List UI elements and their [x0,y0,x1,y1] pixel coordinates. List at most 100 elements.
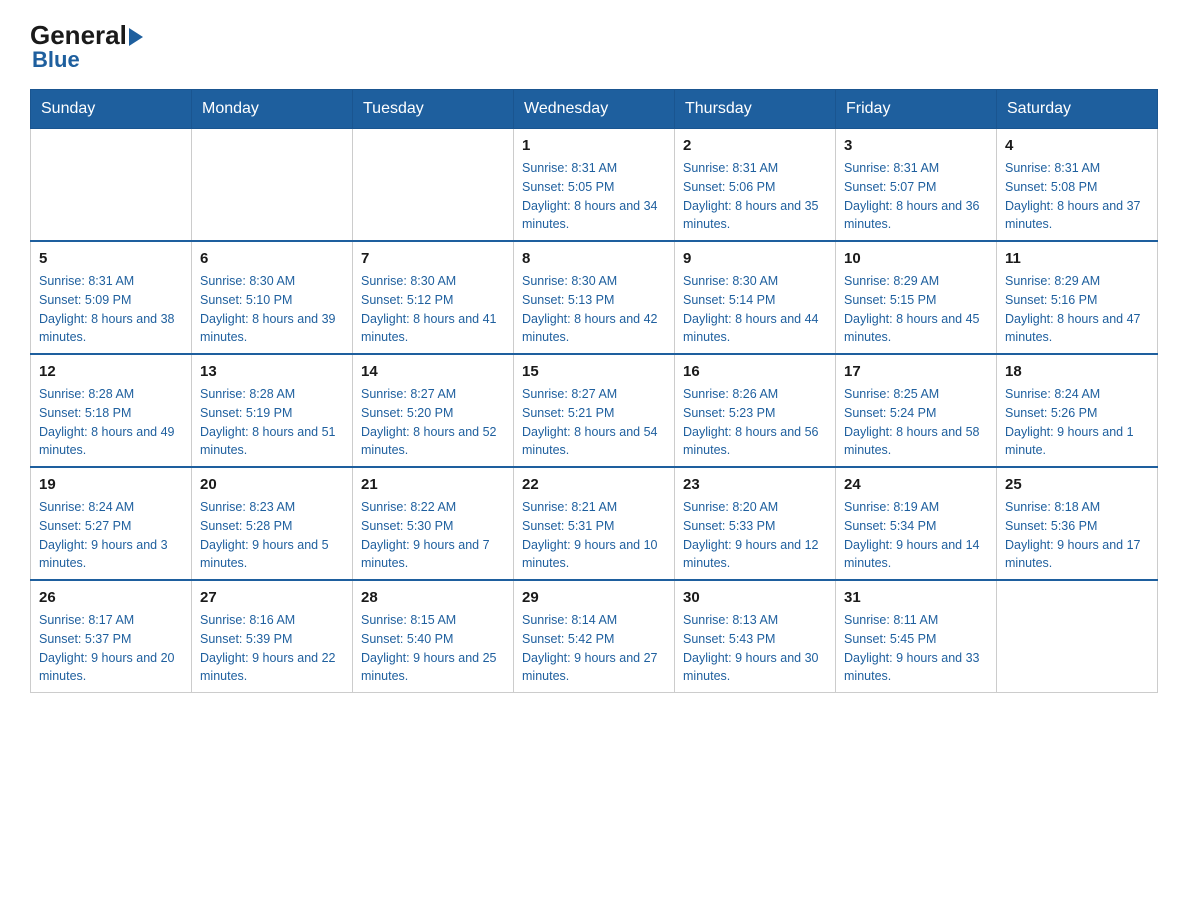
day-number: 11 [1005,248,1149,269]
calendar-cell: 21 Sunrise: 8:22 AMSunset: 5:30 PMDayligh… [353,467,514,580]
logo-arrow-icon [129,28,143,46]
day-header-row: SundayMondayTuesdayWednesdayThursdayFrid… [31,90,1158,129]
week-row-3: 12 Sunrise: 8:28 AMSunset: 5:18 PMDayligh… [31,354,1158,467]
day-number: 23 [683,474,827,495]
calendar-cell: 22 Sunrise: 8:21 AMSunset: 5:31 PMDayligh… [514,467,675,580]
sun-info: Sunrise: 8:11 AMSunset: 5:45 PMDaylight:… [844,611,988,686]
day-number: 9 [683,248,827,269]
day-number: 5 [39,248,183,269]
week-row-4: 19 Sunrise: 8:24 AMSunset: 5:27 PMDayligh… [31,467,1158,580]
calendar-cell: 6 Sunrise: 8:30 AMSunset: 5:10 PMDaylight… [192,241,353,354]
sun-info: Sunrise: 8:30 AMSunset: 5:14 PMDaylight:… [683,272,827,347]
sun-info: Sunrise: 8:26 AMSunset: 5:23 PMDaylight:… [683,385,827,460]
calendar-cell [192,129,353,242]
day-number: 17 [844,361,988,382]
day-number: 18 [1005,361,1149,382]
calendar-cell: 13Sunrise: 8:28 AMSunset: 5:19 PMDayligh… [192,354,353,467]
sun-info: Sunrise: 8:24 AMSunset: 5:27 PMDaylight:… [39,498,183,573]
sun-info: Sunrise: 8:15 AMSunset: 5:40 PMDaylight:… [361,611,505,686]
calendar-cell: 7 Sunrise: 8:30 AMSunset: 5:12 PMDaylight… [353,241,514,354]
sun-info: Sunrise: 8:21 AMSunset: 5:31 PMDaylight:… [522,498,666,573]
week-row-2: 5Sunrise: 8:31 AMSunset: 5:09 PMDaylight… [31,241,1158,354]
day-header-thursday: Thursday [675,90,836,129]
day-header-monday: Monday [192,90,353,129]
calendar-cell: 3 Sunrise: 8:31 AMSunset: 5:07 PMDaylight… [836,129,997,242]
calendar-cell: 19 Sunrise: 8:24 AMSunset: 5:27 PMDayligh… [31,467,192,580]
sun-info: Sunrise: 8:29 AMSunset: 5:16 PMDaylight:… [1005,272,1149,347]
calendar-cell [31,129,192,242]
sun-info: Sunrise: 8:31 AMSunset: 5:08 PMDaylight:… [1005,159,1149,234]
day-header-tuesday: Tuesday [353,90,514,129]
logo-blue-text: Blue [32,47,80,73]
day-header-friday: Friday [836,90,997,129]
sun-info: Sunrise: 8:31 AMSunset: 5:05 PMDaylight:… [522,159,666,234]
calendar-cell [997,580,1158,693]
day-number: 14 [361,361,505,382]
calendar-cell: 20 Sunrise: 8:23 AMSunset: 5:28 PMDayligh… [192,467,353,580]
calendar-cell: 4 Sunrise: 8:31 AMSunset: 5:08 PMDaylight… [997,129,1158,242]
sun-info: Sunrise: 8:17 AMSunset: 5:37 PMDaylight:… [39,611,183,686]
day-number: 7 [361,248,505,269]
day-number: 6 [200,248,344,269]
calendar-cell: 17 Sunrise: 8:25 AMSunset: 5:24 PMDayligh… [836,354,997,467]
sun-info: Sunrise: 8:31 AMSunset: 5:07 PMDaylight:… [844,159,988,234]
calendar-cell: 10 Sunrise: 8:29 AMSunset: 5:15 PMDayligh… [836,241,997,354]
calendar-cell: 8 Sunrise: 8:30 AMSunset: 5:13 PMDaylight… [514,241,675,354]
sun-info: Sunrise: 8:16 AMSunset: 5:39 PMDaylight:… [200,611,344,686]
day-number: 3 [844,135,988,156]
sun-info: Sunrise: 8:25 AMSunset: 5:24 PMDaylight:… [844,385,988,460]
day-number: 30 [683,587,827,608]
day-number: 8 [522,248,666,269]
day-number: 19 [39,474,183,495]
sun-info: Sunrise: 8:29 AMSunset: 5:15 PMDaylight:… [844,272,988,347]
calendar-cell: 15Sunrise: 8:27 AMSunset: 5:21 PMDayligh… [514,354,675,467]
calendar-cell: 1Sunrise: 8:31 AMSunset: 5:05 PMDaylight… [514,129,675,242]
logo-general-text: General [30,20,127,50]
day-number: 21 [361,474,505,495]
day-header-wednesday: Wednesday [514,90,675,129]
sun-info: Sunrise: 8:23 AMSunset: 5:28 PMDaylight:… [200,498,344,573]
calendar-cell: 9 Sunrise: 8:30 AMSunset: 5:14 PMDaylight… [675,241,836,354]
calendar-cell: 14 Sunrise: 8:27 AMSunset: 5:20 PMDayligh… [353,354,514,467]
day-number: 16 [683,361,827,382]
calendar-cell: 11 Sunrise: 8:29 AMSunset: 5:16 PMDayligh… [997,241,1158,354]
sun-info: Sunrise: 8:30 AMSunset: 5:12 PMDaylight:… [361,272,505,347]
day-number: 20 [200,474,344,495]
calendar-cell: 29Sunrise: 8:14 AMSunset: 5:42 PMDayligh… [514,580,675,693]
day-header-saturday: Saturday [997,90,1158,129]
calendar-cell: 18 Sunrise: 8:24 AMSunset: 5:26 PMDayligh… [997,354,1158,467]
sun-info: Sunrise: 8:22 AMSunset: 5:30 PMDaylight:… [361,498,505,573]
day-number: 13 [200,361,344,382]
sun-info: Sunrise: 8:27 AMSunset: 5:20 PMDaylight:… [361,385,505,460]
sun-info: Sunrise: 8:31 AMSunset: 5:06 PMDaylight:… [683,159,827,234]
calendar-cell [353,129,514,242]
calendar-cell: 23 Sunrise: 8:20 AMSunset: 5:33 PMDayligh… [675,467,836,580]
day-number: 26 [39,587,183,608]
sun-info: Sunrise: 8:13 AMSunset: 5:43 PMDaylight:… [683,611,827,686]
day-number: 25 [1005,474,1149,495]
sun-info: Sunrise: 8:30 AMSunset: 5:10 PMDaylight:… [200,272,344,347]
sun-info: Sunrise: 8:20 AMSunset: 5:33 PMDaylight:… [683,498,827,573]
calendar-cell: 2 Sunrise: 8:31 AMSunset: 5:06 PMDaylight… [675,129,836,242]
sun-info: Sunrise: 8:28 AMSunset: 5:18 PMDaylight:… [39,385,183,460]
day-number: 31 [844,587,988,608]
day-number: 10 [844,248,988,269]
calendar-header: SundayMondayTuesdayWednesdayThursdayFrid… [31,90,1158,129]
day-number: 27 [200,587,344,608]
day-number: 4 [1005,135,1149,156]
sun-info: Sunrise: 8:19 AMSunset: 5:34 PMDaylight:… [844,498,988,573]
day-number: 29 [522,587,666,608]
day-number: 2 [683,135,827,156]
day-number: 22 [522,474,666,495]
calendar-body: 1Sunrise: 8:31 AMSunset: 5:05 PMDaylight… [31,129,1158,693]
day-number: 15 [522,361,666,382]
day-number: 12 [39,361,183,382]
day-number: 28 [361,587,505,608]
calendar-cell: 16 Sunrise: 8:26 AMSunset: 5:23 PMDayligh… [675,354,836,467]
sun-info: Sunrise: 8:30 AMSunset: 5:13 PMDaylight:… [522,272,666,347]
calendar-cell: 27 Sunrise: 8:16 AMSunset: 5:39 PMDayligh… [192,580,353,693]
calendar-cell: 5Sunrise: 8:31 AMSunset: 5:09 PMDaylight… [31,241,192,354]
day-number: 24 [844,474,988,495]
week-row-5: 26 Sunrise: 8:17 AMSunset: 5:37 PMDayligh… [31,580,1158,693]
sun-info: Sunrise: 8:24 AMSunset: 5:26 PMDaylight:… [1005,385,1149,460]
